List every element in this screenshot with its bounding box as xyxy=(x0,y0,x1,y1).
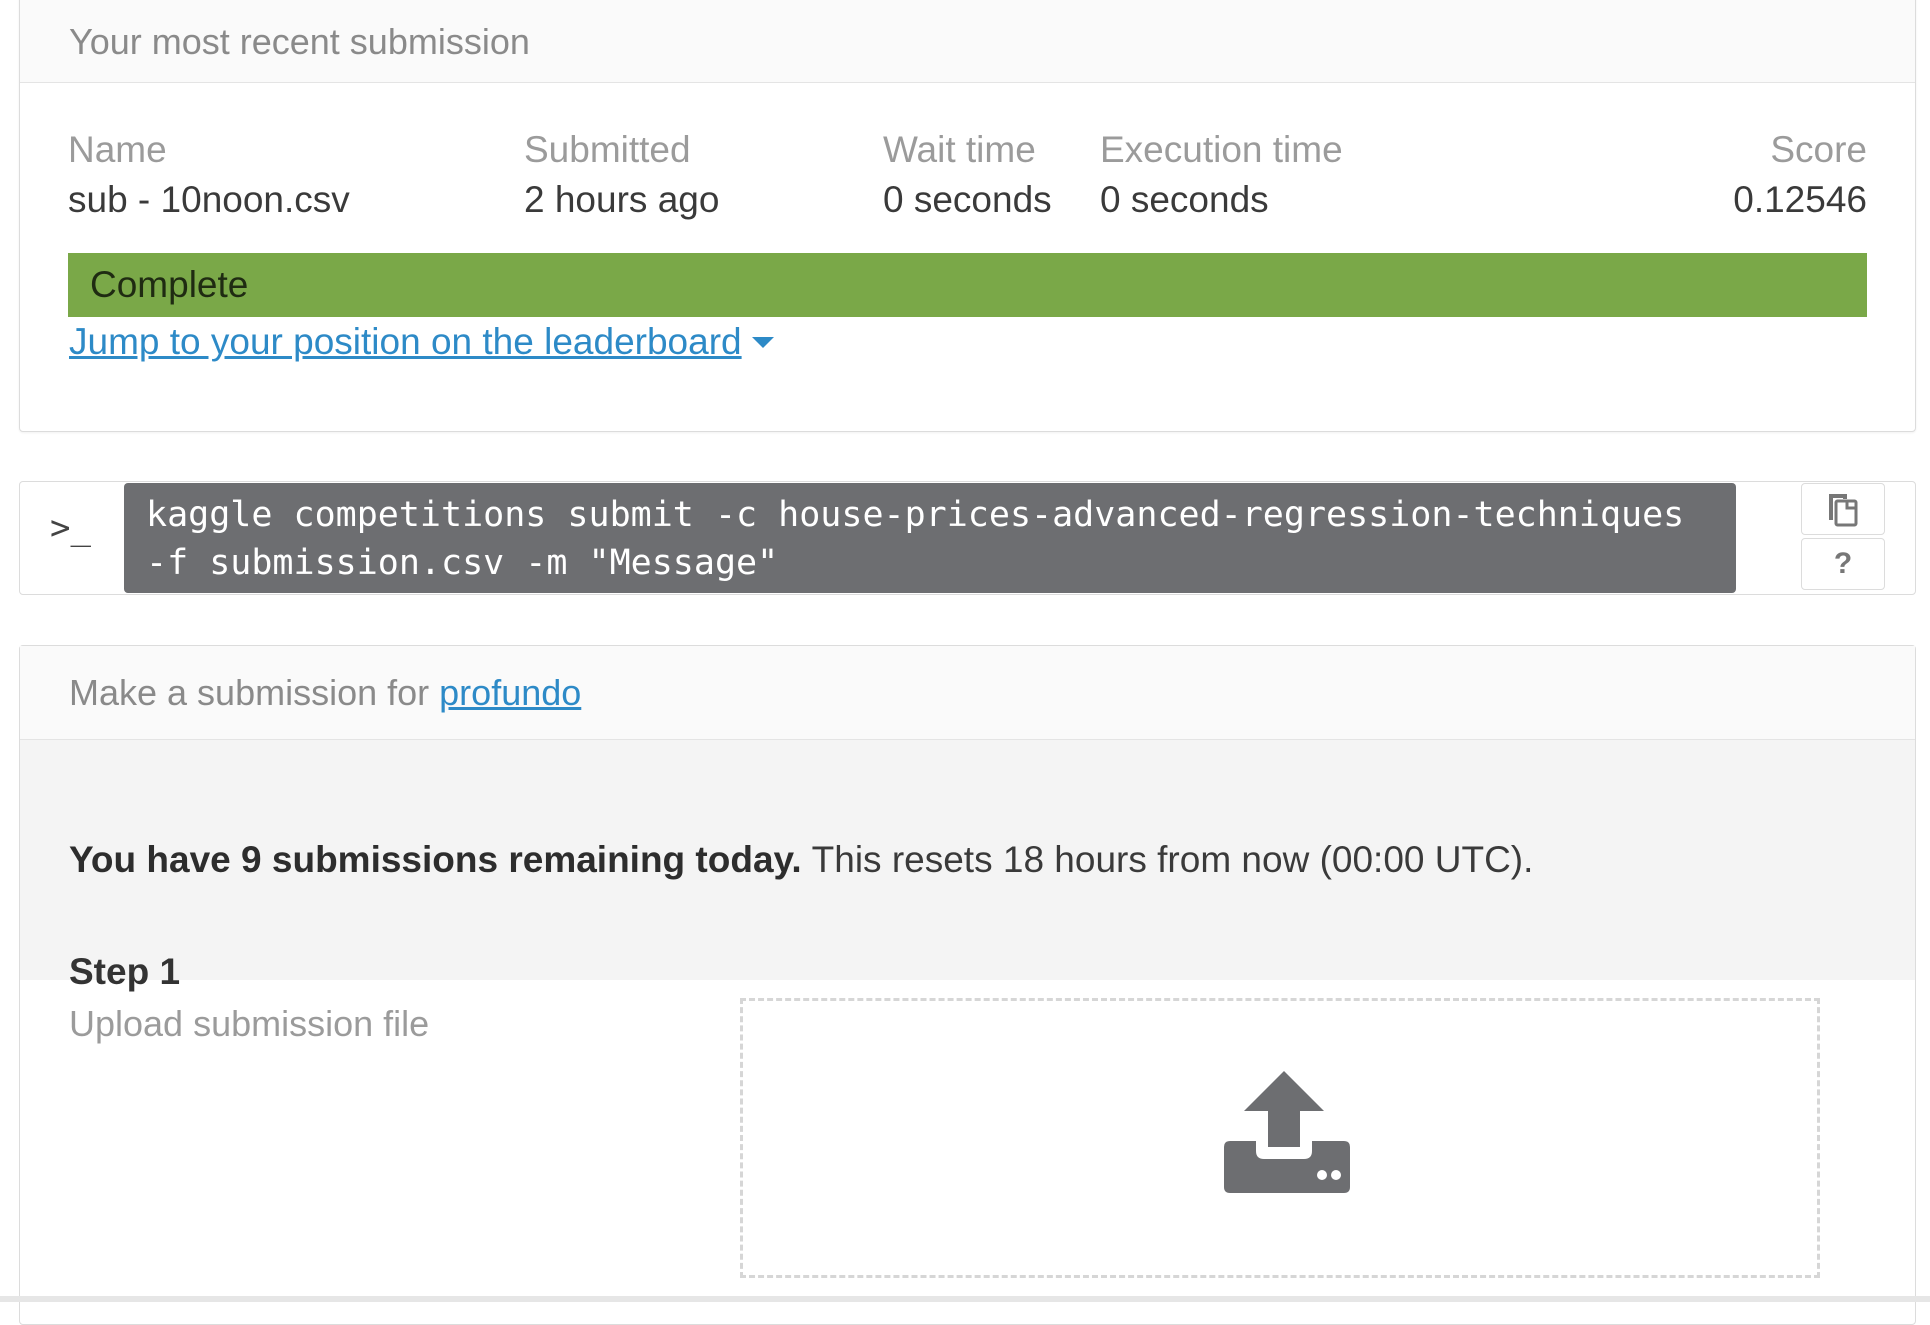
score-value: 0.12546 xyxy=(1733,179,1867,220)
command-help-button[interactable]: ? xyxy=(1801,538,1885,590)
name-column: Name sub - 10noon.csv xyxy=(68,126,350,226)
help-icon: ? xyxy=(1833,547,1853,580)
score-column: Score 0.12546 xyxy=(1733,126,1867,226)
make-submission-header: Make a submission for profundo xyxy=(20,646,1915,740)
reset-time-text: This resets 18 hours from now (00:00 UTC… xyxy=(811,839,1534,880)
make-submission-prefix: Make a submission for xyxy=(69,671,430,713)
status-badge: Complete xyxy=(68,253,1867,317)
name-value: sub - 10noon.csv xyxy=(68,179,350,220)
make-submission-title: Make a submission for profundo xyxy=(69,672,581,714)
terminal-prompt-icon: >_ xyxy=(50,508,91,548)
submitted-label: Submitted xyxy=(524,129,691,170)
jump-to-leaderboard-link[interactable]: Jump to your position on the leaderboard xyxy=(69,321,774,363)
status-text: Complete xyxy=(90,264,249,305)
upload-icon xyxy=(1224,1071,1350,1193)
name-label: Name xyxy=(68,129,167,170)
recent-submission-title: Your most recent submission xyxy=(69,20,530,62)
copy-command-button[interactable] xyxy=(1801,483,1885,535)
copy-icon xyxy=(1829,494,1858,527)
bottom-divider xyxy=(0,1296,1930,1302)
step-description: Upload submission file xyxy=(69,1003,430,1044)
make-submission-card: Make a submission for profundo You have … xyxy=(19,645,1916,1325)
submitted-value: 2 hours ago xyxy=(524,179,720,220)
jump-link-text: Jump to your position on the leaderboard xyxy=(69,321,742,362)
submitted-column: Submitted 2 hours ago xyxy=(524,126,719,226)
submission-details: Name sub - 10noon.csv Submitted 2 hours … xyxy=(68,126,1867,220)
step-title: Step 1 xyxy=(69,951,181,992)
execution-time-value: 0 seconds xyxy=(1100,179,1269,220)
submissions-remaining-text: You have 9 submissions remaining today. xyxy=(69,839,802,880)
wait-time-column: Wait time 0 seconds xyxy=(883,126,1052,226)
execution-time-column: Execution time 0 seconds xyxy=(1100,126,1343,226)
wait-time-value: 0 seconds xyxy=(883,179,1052,220)
team-link[interactable]: profundo xyxy=(439,672,581,713)
recent-submission-header: Your most recent submission xyxy=(20,0,1915,83)
caret-down-icon xyxy=(751,336,774,348)
api-command-card: >_ kaggle competitions submit -c house-p… xyxy=(19,481,1916,595)
file-upload-dropzone[interactable] xyxy=(740,998,1820,1278)
recent-submission-card: Your most recent submission Name sub - 1… xyxy=(19,0,1916,432)
execution-time-label: Execution time xyxy=(1100,129,1343,170)
score-label: Score xyxy=(1770,129,1867,170)
api-command-text[interactable]: kaggle competitions submit -c house-pric… xyxy=(124,483,1736,593)
wait-time-label: Wait time xyxy=(883,129,1036,170)
submissions-remaining-notice: You have 9 submissions remaining today. … xyxy=(20,740,1915,980)
